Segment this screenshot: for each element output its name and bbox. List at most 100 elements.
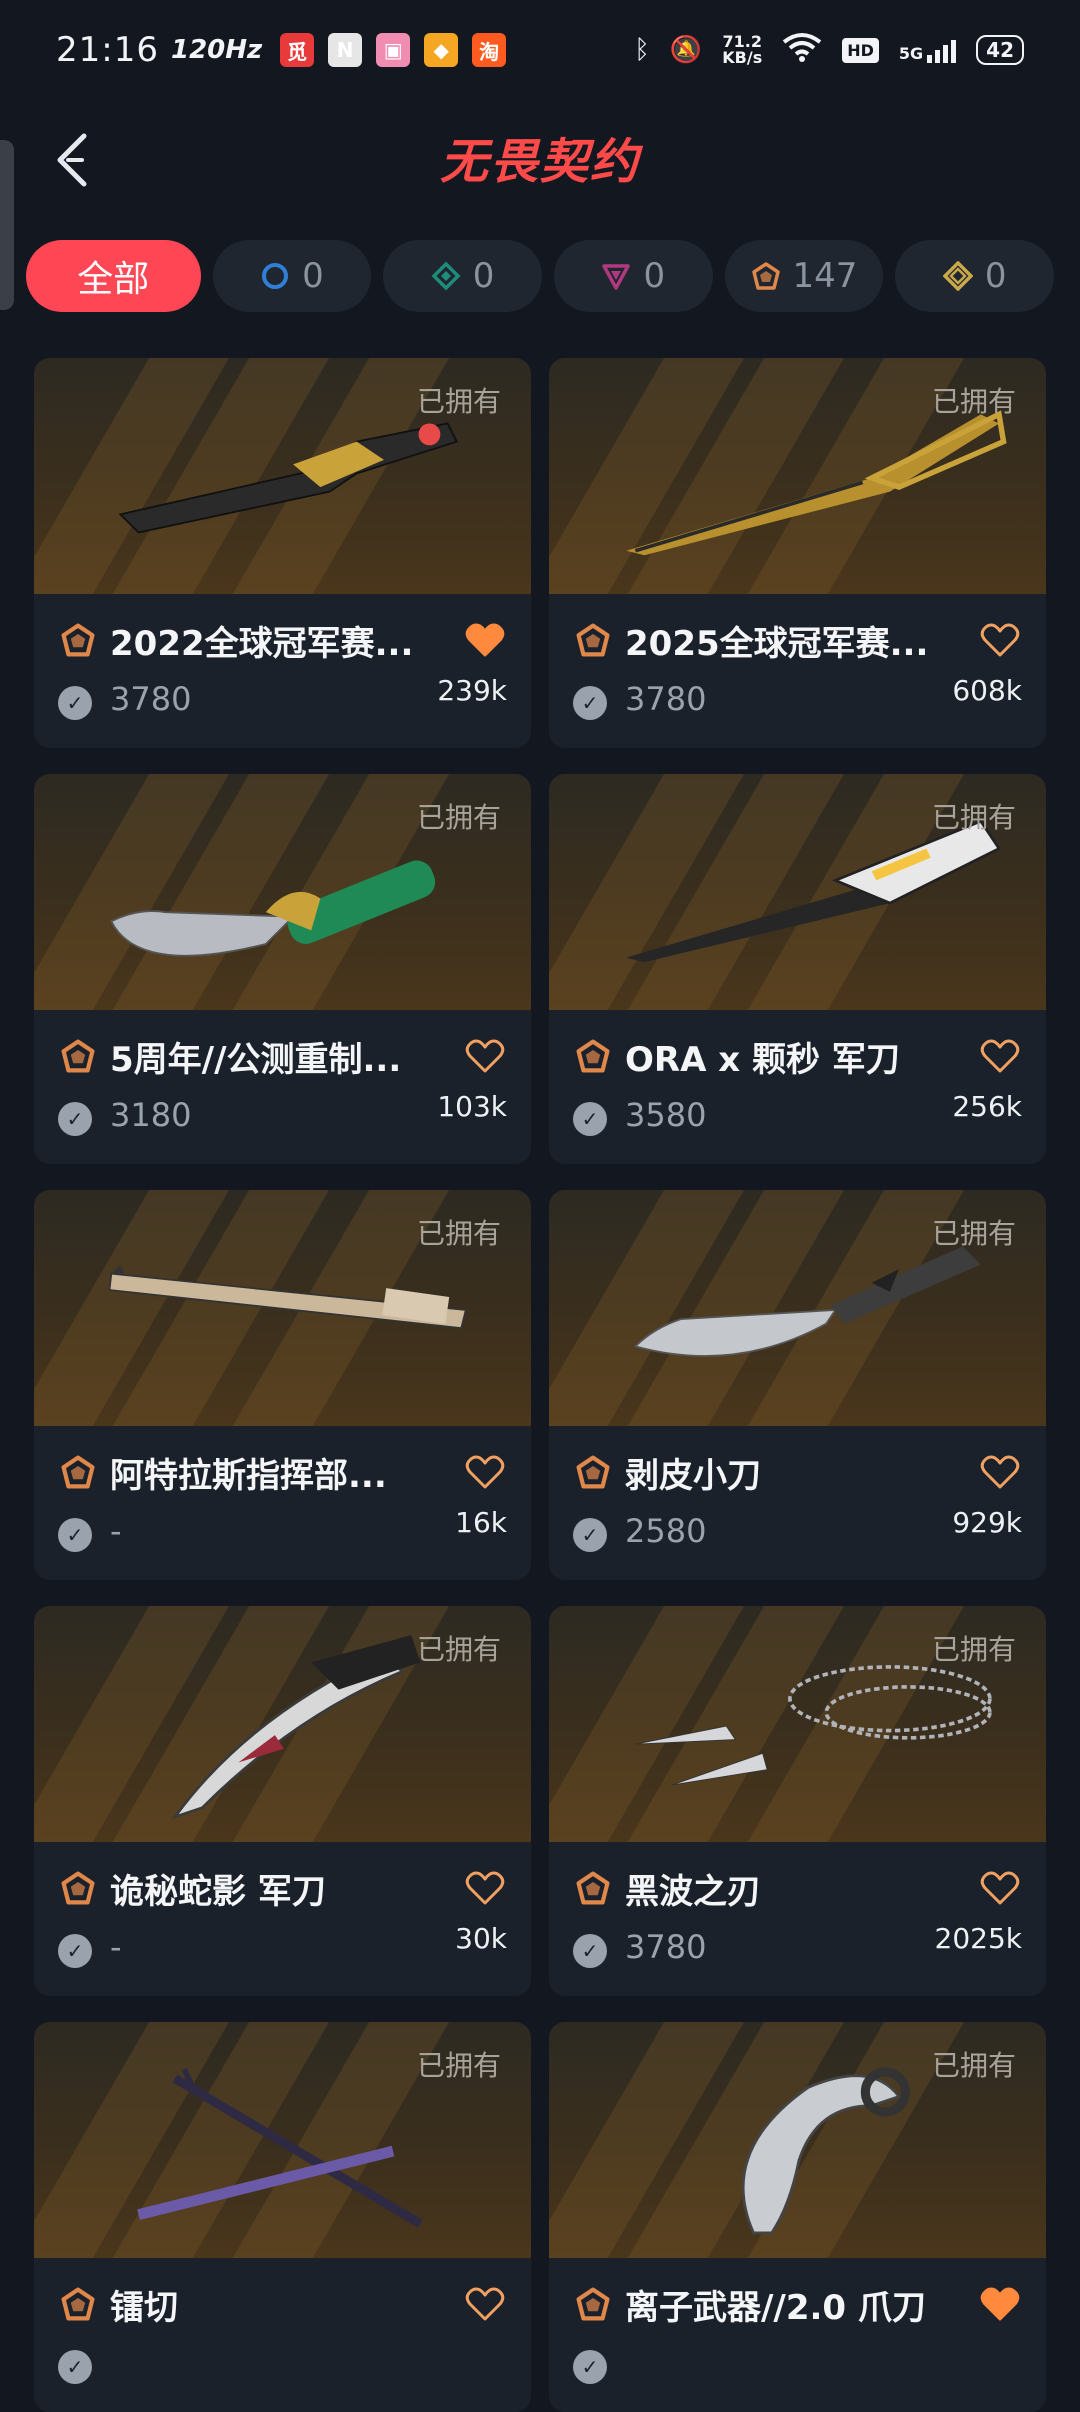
skin-info: 2025全球冠军赛... ✓ 3780 608k — [549, 594, 1046, 748]
filter-chip-tier-premium[interactable]: 0 — [553, 240, 713, 312]
skin-info: 2022全球冠军赛... ✓ 3780 239k — [34, 594, 531, 748]
status-time: 21:16 — [56, 30, 159, 70]
owned-label: 已拥有 — [416, 1217, 501, 1250]
owned-label: 已拥有 — [416, 385, 501, 418]
notification-app-icons: 觅 N ▣ ◆ 淘 — [280, 33, 507, 67]
tier-exclusive-icon — [61, 1871, 95, 1905]
skin-name: 阿特拉斯指挥部... — [110, 1456, 387, 1496]
owned-label: 已拥有 — [416, 1633, 501, 1666]
cell-signal: 5G — [899, 37, 957, 63]
owned-label: 已拥有 — [931, 1217, 1016, 1250]
skin-card[interactable]: 已拥有 ORA x 颗秒 军刀 ✓ 3580 256k — [549, 774, 1046, 1164]
tier-exclusive-icon — [576, 1455, 610, 1489]
app-icon-5: 淘 — [472, 33, 507, 67]
bluetooth-icon: ᛒ — [634, 35, 650, 65]
vp-currency-icon: ✓ — [58, 1102, 92, 1136]
filter-chip-count: 0 — [643, 256, 666, 296]
skin-card[interactable]: 已拥有 2025全球冠军赛... ✓ 3780 608k — [549, 358, 1046, 748]
tier-ultra-icon — [942, 261, 973, 291]
skin-info: 阿特拉斯指挥部... ✓ - 16k — [34, 1426, 531, 1580]
heart-outline-icon[interactable] — [465, 1038, 505, 1074]
vp-currency-icon: ✓ — [58, 1934, 92, 1968]
heart-outline-icon[interactable] — [465, 2286, 505, 2322]
heart-filled-icon[interactable] — [465, 622, 505, 658]
tier-exclusive-icon — [61, 2287, 95, 2321]
vp-currency-icon: ✓ — [573, 1102, 607, 1136]
skin-card[interactable]: 已拥有离子武器//2.0 爪刀 ✓ — [549, 2022, 1046, 2412]
skin-info: 5周年//公测重制... ✓ 3180 103k — [34, 1010, 531, 1164]
filter-chip-tier-select[interactable]: 0 — [212, 240, 372, 312]
like-count: 30k — [455, 1922, 507, 1955]
skin-name: 镭切 — [110, 2288, 178, 2328]
heart-outline-icon[interactable] — [465, 1454, 505, 1490]
filter-chip-tier-deluxe[interactable]: 0 — [383, 240, 542, 312]
skin-card[interactable]: 已拥有 剥皮小刀 ✓ 2580 929k — [549, 1190, 1046, 1580]
skin-card[interactable]: 已拥有黑波之刃 ✓ 3780 2025k — [549, 1606, 1046, 1996]
skin-image: 已拥有 — [549, 358, 1046, 594]
filter-chip-count: 147 — [792, 256, 858, 296]
status-right: ᛒ 🔕 71.2 KB/s HD 5G 42 — [634, 32, 1024, 69]
vp-currency-icon: ✓ — [58, 1518, 92, 1552]
heart-outline-icon[interactable] — [980, 1454, 1020, 1490]
owned-label: 已拥有 — [931, 385, 1016, 418]
filter-chip-all[interactable]: 全部 — [26, 240, 201, 312]
vp-currency-icon: ✓ — [573, 2350, 607, 2384]
like-count: 256k — [952, 1090, 1022, 1123]
battery-indicator: 42 — [976, 35, 1024, 65]
skin-price: - — [110, 1928, 122, 1966]
filter-chip-tier-exclusive[interactable]: 147 — [724, 240, 884, 312]
skin-info: 离子武器//2.0 爪刀 ✓ — [549, 2258, 1046, 2412]
tier-exclusive-icon — [61, 1039, 95, 1073]
skin-name: 诡秘蛇影 军刀 — [110, 1872, 326, 1912]
skin-image: 已拥有 — [34, 774, 531, 1010]
skin-image: 已拥有 — [549, 2022, 1046, 2258]
skin-price: - — [110, 1512, 122, 1550]
like-count: 608k — [952, 674, 1022, 707]
skin-price: 3580 — [625, 1096, 707, 1134]
tier-exclusive-icon — [576, 623, 610, 657]
heart-outline-icon[interactable] — [980, 1870, 1020, 1906]
heart-outline-icon[interactable] — [980, 1038, 1020, 1074]
owned-label: 已拥有 — [416, 2049, 501, 2082]
heart-outline-icon[interactable] — [465, 1870, 505, 1906]
refresh-rate: 120Hz — [170, 35, 263, 65]
tier-deluxe-icon — [431, 261, 461, 291]
skin-price: 3780 — [625, 680, 707, 718]
tier-exclusive-icon — [576, 1039, 610, 1073]
skin-card[interactable]: 已拥有镭切 ✓ — [34, 2022, 531, 2412]
like-count: 103k — [437, 1090, 507, 1123]
skin-name: 5周年//公测重制... — [110, 1040, 402, 1080]
skin-name: ORA x 颗秒 军刀 — [625, 1040, 900, 1080]
skin-name: 2025全球冠军赛... — [625, 624, 929, 664]
signal-bars-icon — [927, 37, 957, 63]
skin-card[interactable]: 已拥有 2022全球冠军赛... ✓ 3780 239k — [34, 358, 531, 748]
skin-info: 黑波之刃 ✓ 3780 2025k — [549, 1842, 1046, 1996]
app-icon-2: N — [328, 33, 363, 67]
skin-info: ORA x 颗秒 军刀 ✓ 3580 256k — [549, 1010, 1046, 1164]
heart-filled-icon[interactable] — [980, 2286, 1020, 2322]
skin-card[interactable]: 已拥有 阿特拉斯指挥部... ✓ - 16k — [34, 1190, 531, 1580]
wifi-icon — [782, 32, 822, 69]
owned-label: 已拥有 — [931, 801, 1016, 834]
skin-card[interactable]: 已拥有诡秘蛇影 军刀 ✓ - 30k — [34, 1606, 531, 1996]
skin-info: 镭切 ✓ — [34, 2258, 531, 2412]
skin-card[interactable]: 已拥有 5周年//公测重制... ✓ 3180 103k — [34, 774, 531, 1164]
tier-filter-bar: 全部 0 0 0 147 0 — [26, 240, 1054, 312]
skin-price: 3780 — [625, 1928, 707, 1966]
tier-exclusive-icon — [576, 1871, 610, 1905]
app-icon-4: ◆ — [424, 33, 459, 67]
filter-chip-tier-ultra[interactable]: 0 — [895, 240, 1054, 312]
hd-icon: HD — [842, 37, 879, 63]
filter-chip-count: 0 — [984, 256, 1007, 296]
filter-chip-label: 全部 — [77, 259, 150, 300]
net-speed-unit: KB/s — [722, 48, 763, 67]
skin-image: 已拥有 — [34, 358, 531, 594]
like-count: 929k — [952, 1506, 1022, 1539]
heart-outline-icon[interactable] — [980, 622, 1020, 658]
skin-image: 已拥有 — [34, 1606, 531, 1842]
tier-exclusive-icon — [751, 262, 780, 290]
owned-label: 已拥有 — [931, 2049, 1016, 2082]
owned-label: 已拥有 — [931, 1633, 1016, 1666]
skin-price: 2580 — [625, 1512, 707, 1550]
skin-price: 3780 — [110, 680, 192, 718]
